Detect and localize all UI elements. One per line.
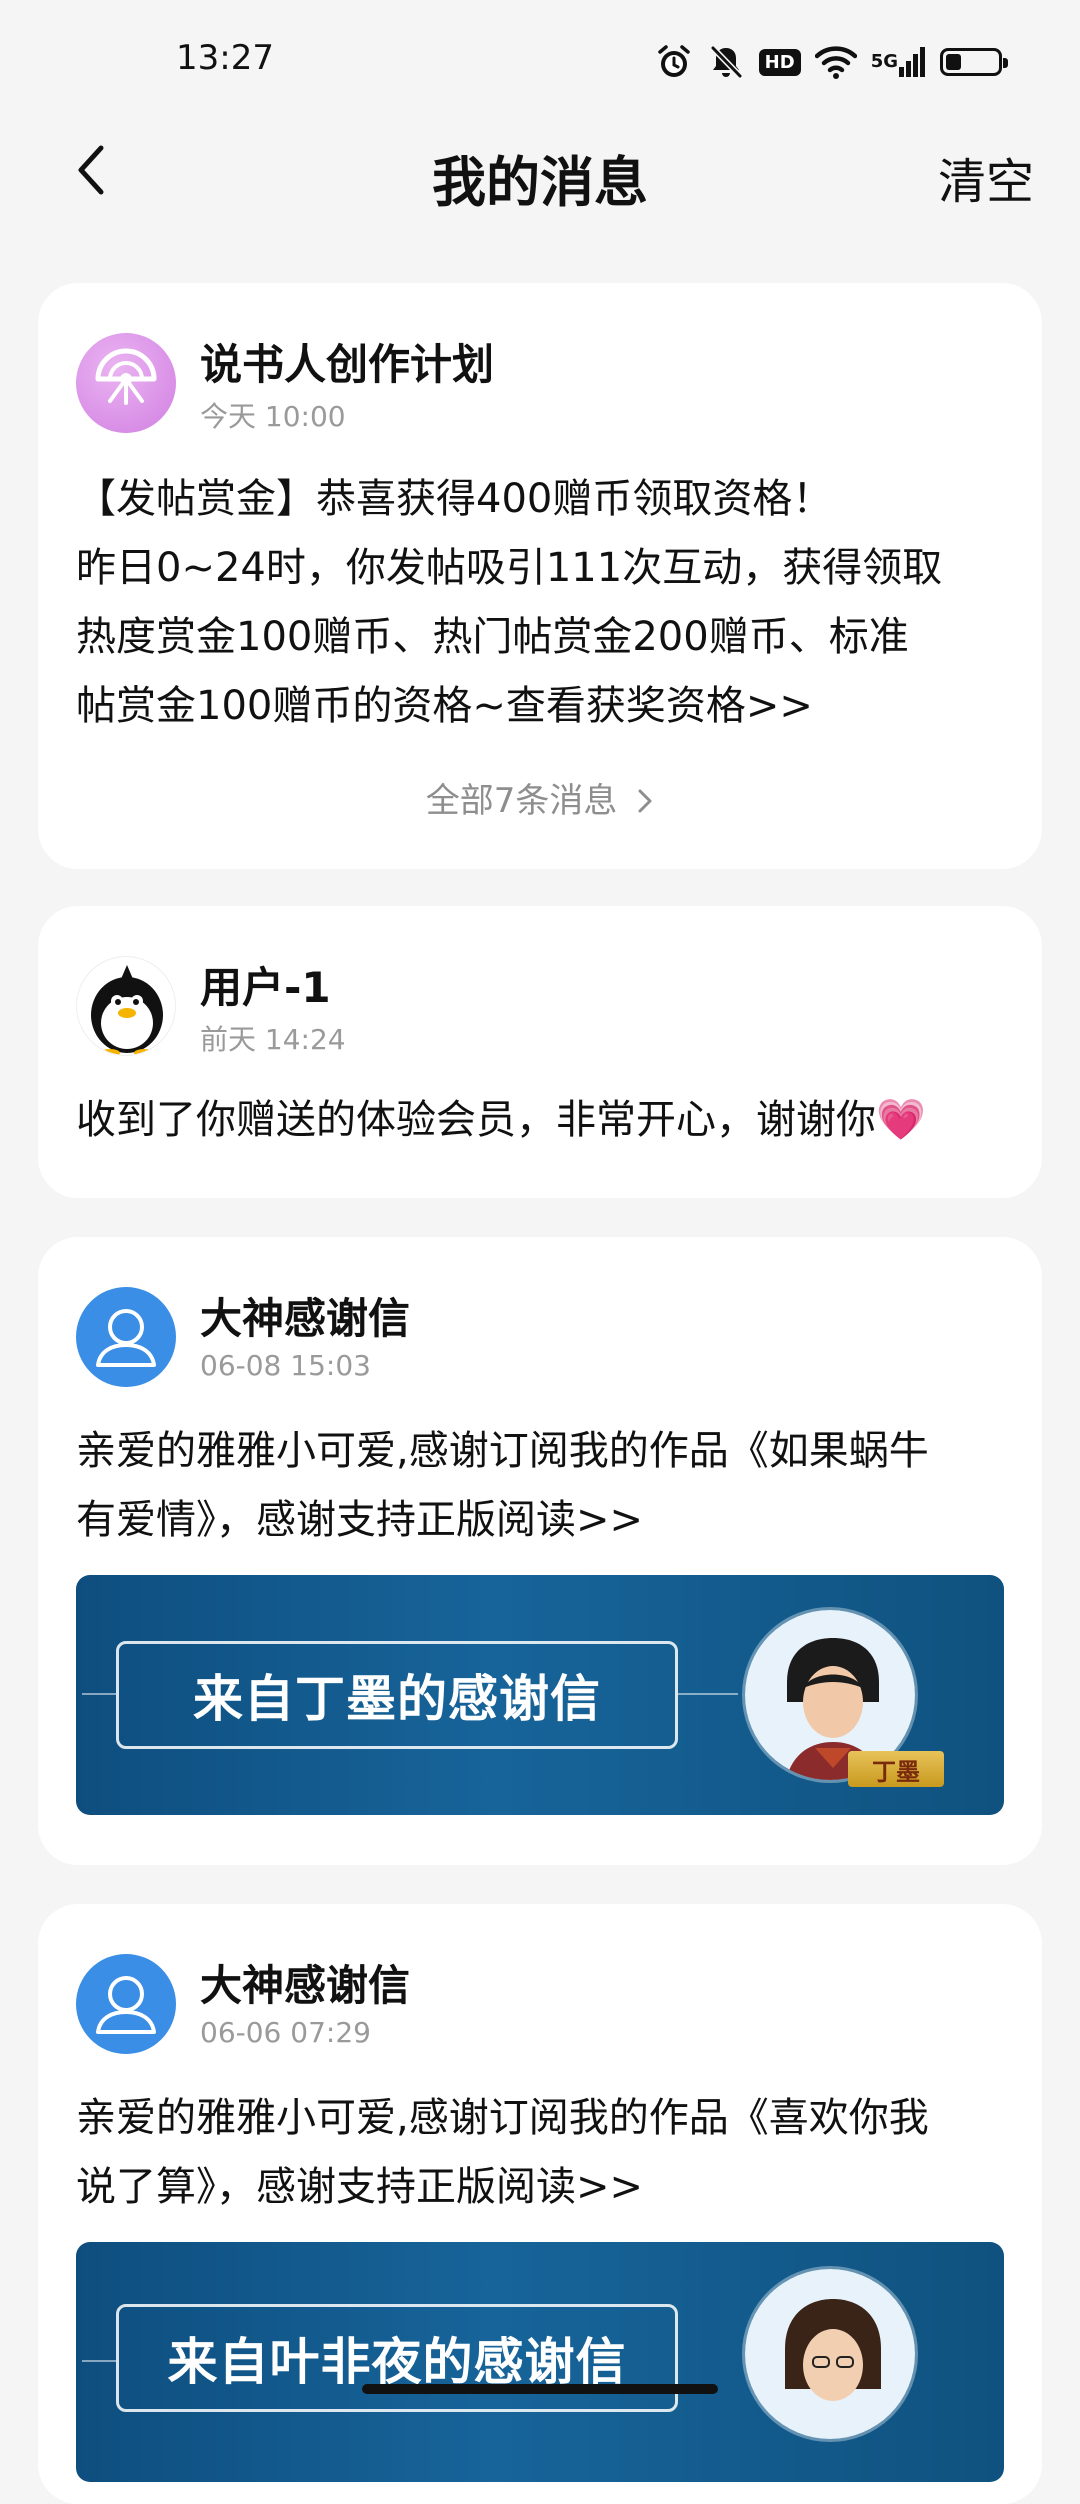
status-icons: HD 5G	[655, 38, 1008, 86]
penguin-avatar	[91, 965, 163, 1055]
message-line: 热度赏金100赠币、热门帖赏金200赠币、标准	[76, 614, 909, 660]
avatar	[76, 1954, 176, 2054]
hd-icon: HD	[758, 48, 801, 76]
message-line: 有爱情》，感谢支持正版阅读>>	[76, 1497, 644, 1543]
message-line: 说了算》，感谢支持正版阅读>>	[76, 2164, 644, 2210]
avatar	[76, 1287, 176, 1387]
message-time: 今天 10:00	[200, 400, 346, 433]
fan-icon	[95, 348, 157, 405]
sender-name: 大神感谢信	[200, 1961, 411, 2010]
avatar	[76, 956, 176, 1056]
message-line: 【发帖赏金】恭喜获得400赠币领取资格！	[76, 476, 833, 522]
sender-name: 大神感谢信	[200, 1294, 411, 1343]
message-line: 收到了你赠送的体验会员，非常开心，谢谢你💗	[76, 1097, 926, 1143]
banner-divider	[82, 2360, 116, 2362]
sender-name: 说书人创作计划	[200, 340, 495, 389]
status-bar: 13:27 HD 5G	[0, 0, 1080, 120]
message-time: 06-08 15:03	[200, 1349, 371, 1382]
alarm-icon	[655, 43, 693, 81]
banner-divider	[82, 1693, 116, 1695]
user-silhouette-icon	[96, 1976, 156, 2034]
message-card[interactable]: 说书人创作计划 今天 10:00 【发帖赏金】恭喜获得400赠币领取资格！ 昨日…	[38, 283, 1042, 869]
message-body[interactable]: 亲爱的雅雅小可爱,感谢订阅我的作品《喜欢你我 说了算》，感谢支持正版阅读>>	[76, 2084, 1004, 2222]
message-line: 亲爱的雅雅小可爱,感谢订阅我的作品《如果蜗牛	[76, 1428, 929, 1474]
banner-title: 来自丁墨的感谢信	[193, 1670, 601, 1728]
message-card[interactable]: 大神感谢信 06-08 15:03 亲爱的雅雅小可爱,感谢订阅我的作品《如果蜗牛…	[38, 1237, 1042, 1865]
wifi-icon	[814, 44, 857, 80]
thank-you-banner[interactable]: 来自叶非夜的感谢信	[76, 2242, 1004, 2482]
user-silhouette-icon	[96, 1309, 156, 1367]
clear-button[interactable]: 清空	[938, 142, 1034, 212]
message-line: 帖赏金100赠币的资格~查看获奖资格>>	[76, 683, 813, 729]
message-body[interactable]: 亲爱的雅雅小可爱,感谢订阅我的作品《如果蜗牛 有爱情》，感谢支持正版阅读>>	[76, 1417, 1004, 1555]
sender-name: 用户-1	[200, 963, 331, 1012]
home-indicator[interactable]	[362, 2384, 718, 2394]
banner-frame: 来自丁墨的感谢信	[116, 1641, 678, 1749]
mute-bell-icon	[707, 43, 745, 81]
message-time: 前天 14:24	[200, 1023, 346, 1056]
signal-5g-icon: 5G	[871, 45, 926, 79]
message-body[interactable]: 【发帖赏金】恭喜获得400赠币领取资格！ 昨日0~24时，你发帖吸引111次互动…	[76, 465, 1004, 741]
author-name-tag: 丁墨	[848, 1751, 944, 1787]
message-card[interactable]: 用户-1 前天 14:24 收到了你赠送的体验会员，非常开心，谢谢你💗	[38, 906, 1042, 1198]
page-title: 我的消息	[432, 151, 648, 214]
message-card[interactable]: 大神感谢信 06-06 07:29 亲爱的雅雅小可爱,感谢订阅我的作品《喜欢你我…	[38, 1904, 1042, 2504]
header: 我的消息 清空	[0, 120, 1080, 220]
chevron-right-icon	[638, 789, 652, 813]
all-messages-link[interactable]: 全部7条消息	[38, 773, 1042, 822]
battery-fill	[946, 54, 961, 70]
avatar	[76, 333, 176, 433]
message-line: 亲爱的雅雅小可爱,感谢订阅我的作品《喜欢你我	[76, 2095, 929, 2141]
all-messages-label: 全部7条消息	[425, 781, 618, 821]
message-line: 昨日0~24时，你发帖吸引111次互动，获得领取	[76, 545, 943, 591]
network-label: 5G	[870, 51, 898, 72]
banner-divider	[678, 1693, 738, 1695]
thank-you-banner[interactable]: 来自丁墨的感谢信 丁墨	[76, 1575, 1004, 1815]
message-time: 06-06 07:29	[200, 2016, 371, 2049]
battery-icon	[940, 48, 1008, 76]
banner-frame: 来自叶非夜的感谢信	[116, 2304, 678, 2412]
message-body[interactable]: 收到了你赠送的体验会员，非常开心，谢谢你💗	[76, 1086, 1004, 1155]
author-portrait	[742, 2266, 918, 2442]
status-time: 13:27	[176, 38, 274, 78]
